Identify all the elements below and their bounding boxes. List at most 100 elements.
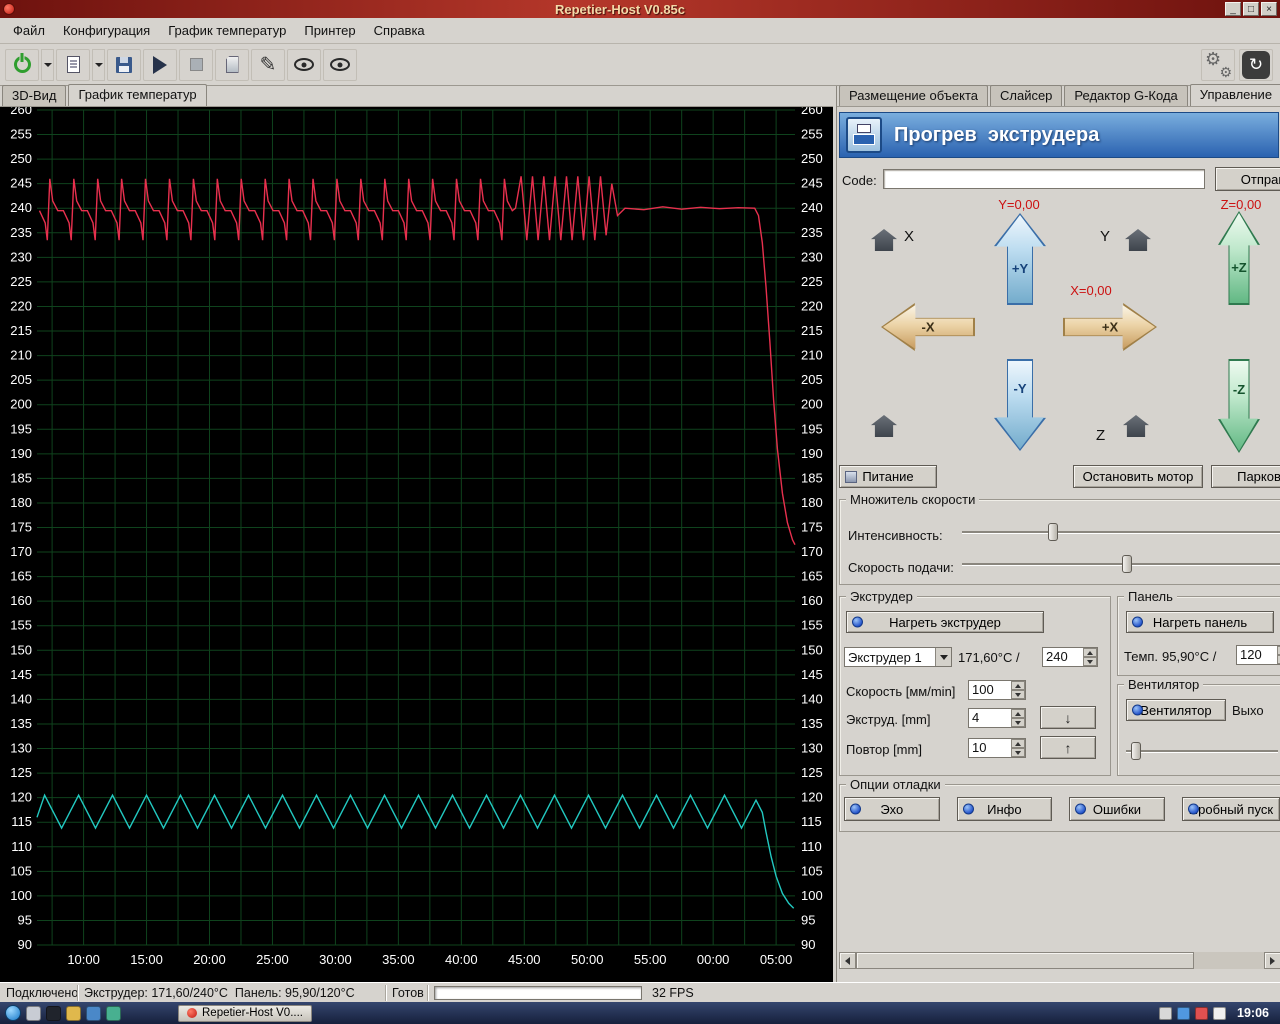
- monitor-icon[interactable]: [86, 1005, 101, 1021]
- move-x-minus-button[interactable]: -X: [881, 303, 975, 351]
- close-button[interactable]: ×: [1261, 2, 1277, 16]
- new-gcode-button[interactable]: [56, 48, 90, 81]
- speed-group-title: Множитель скорости: [846, 492, 980, 507]
- debug-echo-button[interactable]: Эхо: [844, 797, 940, 821]
- home-y-button[interactable]: [1125, 229, 1151, 251]
- connect-dropdown-button[interactable]: [41, 48, 54, 81]
- extrude-speed-spinner[interactable]: 100: [968, 680, 1026, 700]
- notification-icon[interactable]: [1195, 1006, 1209, 1020]
- emergency-reset-button[interactable]: [1239, 48, 1273, 81]
- fan-slider[interactable]: [1126, 741, 1278, 761]
- scrollbar-thumb[interactable]: [856, 952, 1194, 969]
- right-tab-2[interactable]: Редактор G-Кода: [1064, 85, 1188, 106]
- kill-job-button[interactable]: [179, 48, 213, 81]
- show-filament-button[interactable]: [287, 48, 321, 81]
- tray-clock[interactable]: 19:06: [1231, 1006, 1275, 1020]
- feedrate-slider[interactable]: [962, 554, 1280, 574]
- left-tab-0[interactable]: 3D-Вид: [2, 85, 67, 106]
- retract-button[interactable]: ↑: [1040, 736, 1096, 759]
- menu-item-0[interactable]: Файл: [4, 20, 54, 41]
- y-axis-label-right: 235: [801, 225, 823, 240]
- terminal-icon[interactable]: [46, 1005, 61, 1021]
- move-z-minus-button[interactable]: -Z: [1218, 359, 1260, 453]
- scrollbar-track[interactable]: [1194, 952, 1264, 969]
- flow-slider[interactable]: [962, 522, 1280, 542]
- show-travel-button[interactable]: [323, 48, 357, 81]
- menu-item-3[interactable]: Принтер: [295, 20, 364, 41]
- extrude-button[interactable]: ↓: [1040, 706, 1096, 729]
- retract-spinner[interactable]: 10: [968, 738, 1026, 758]
- move-x-minus-label: -X: [921, 319, 935, 335]
- volume-icon[interactable]: [1213, 1006, 1227, 1020]
- heat-extruder-button[interactable]: Нагреть экструдер: [846, 611, 1044, 633]
- taskbar-window-button[interactable]: Repetier-Host V0....: [178, 1004, 312, 1022]
- right-tab-3[interactable]: Управление: [1189, 84, 1280, 106]
- spin-up-icon[interactable]: [1011, 681, 1025, 690]
- send-gcode-button[interactable]: Отправ: [1215, 167, 1280, 191]
- chevron-down-icon[interactable]: [935, 648, 951, 666]
- move-y-minus-button[interactable]: -Y: [994, 359, 1046, 451]
- panel-horizontal-scrollbar[interactable]: [839, 952, 1280, 969]
- file-manager-icon[interactable]: [66, 1005, 81, 1021]
- start-menu-icon[interactable]: [5, 1005, 21, 1021]
- spin-down-icon[interactable]: [1011, 748, 1025, 757]
- show-desktop-icon[interactable]: [26, 1005, 41, 1021]
- extrude-amount-spinner[interactable]: 4: [968, 708, 1026, 728]
- scroll-right-icon[interactable]: [1264, 952, 1280, 969]
- home-z-button[interactable]: [1123, 415, 1149, 437]
- left-tab-1[interactable]: График температур: [68, 84, 207, 106]
- home-x-button[interactable]: [871, 229, 897, 251]
- right-tab-0[interactable]: Размещение объекта: [839, 85, 988, 106]
- heat-bed-button[interactable]: Нагреть панель: [1126, 611, 1274, 633]
- slider-track[interactable]: [962, 563, 1280, 565]
- browser-icon[interactable]: [106, 1005, 121, 1021]
- flow-slider-handle[interactable]: [1048, 523, 1059, 541]
- spin-up-icon[interactable]: [1011, 739, 1025, 748]
- stop-motor-button[interactable]: Остановить мотор: [1073, 465, 1203, 488]
- fan-group: Вентилятор Вентилятор Выхо: [1117, 677, 1280, 776]
- right-tab-1[interactable]: Слайсер: [989, 85, 1063, 106]
- menu-item-1[interactable]: Конфигурация: [54, 20, 159, 41]
- fan-toggle-button[interactable]: Вентилятор: [1126, 699, 1226, 721]
- power-button[interactable]: Питание: [839, 465, 937, 488]
- spin-up-icon[interactable]: [1083, 648, 1097, 657]
- new-gcode-dropdown-button[interactable]: [92, 48, 105, 81]
- scroll-left-icon[interactable]: [839, 952, 856, 969]
- home-all-button[interactable]: [871, 415, 897, 437]
- debug-buttons: Эхо Инфо Ошибки Пробный пуск: [844, 797, 1280, 821]
- spin-down-icon[interactable]: [1011, 718, 1025, 727]
- temperature-status: Экструдер: 171,60/240°C Панель: 95,90/12…: [78, 984, 386, 1001]
- fan-slider-handle[interactable]: [1130, 742, 1141, 760]
- move-y-plus-button[interactable]: +Y: [994, 213, 1046, 305]
- sd-card-button[interactable]: [215, 48, 249, 81]
- move-z-plus-button[interactable]: +Z: [1218, 211, 1260, 305]
- slider-track[interactable]: [1126, 750, 1278, 752]
- debug-dry-run-button[interactable]: Пробный пуск: [1181, 797, 1280, 821]
- save-button[interactable]: [107, 48, 141, 81]
- y-axis-label-left: 200: [10, 397, 32, 412]
- move-x-plus-button[interactable]: +X: [1063, 303, 1157, 351]
- park-button[interactable]: Парков: [1211, 465, 1280, 488]
- feed-slider-handle[interactable]: [1122, 555, 1132, 573]
- spin-up-icon[interactable]: [1011, 709, 1025, 718]
- edit-gcode-button[interactable]: [251, 48, 285, 81]
- slider-track[interactable]: [962, 531, 1280, 533]
- spin-down-icon[interactable]: [1083, 657, 1097, 666]
- debug-errors-button[interactable]: Ошибки: [1069, 797, 1165, 821]
- y-axis-label-right: 160: [801, 593, 823, 608]
- spin-down-icon[interactable]: [1011, 690, 1025, 699]
- debug-info-button[interactable]: Инфо: [956, 797, 1053, 821]
- menu-item-2[interactable]: График температур: [159, 20, 295, 41]
- network-icon[interactable]: [1177, 1006, 1191, 1020]
- printer-settings-button[interactable]: [1201, 48, 1235, 81]
- gcode-input[interactable]: [883, 169, 1205, 189]
- extruder-selector[interactable]: Экструдер 1: [844, 647, 952, 667]
- connect-button[interactable]: [5, 48, 39, 81]
- bed-target-spinner[interactable]: 120: [1236, 645, 1280, 665]
- menu-item-4[interactable]: Справка: [365, 20, 434, 41]
- keyboard-layout-icon[interactable]: [1159, 1006, 1173, 1020]
- extruder-target-spinner[interactable]: 240: [1042, 647, 1098, 667]
- maximize-button[interactable]: □: [1243, 2, 1259, 16]
- run-job-button[interactable]: [143, 48, 177, 81]
- minimize-button[interactable]: _: [1225, 2, 1241, 16]
